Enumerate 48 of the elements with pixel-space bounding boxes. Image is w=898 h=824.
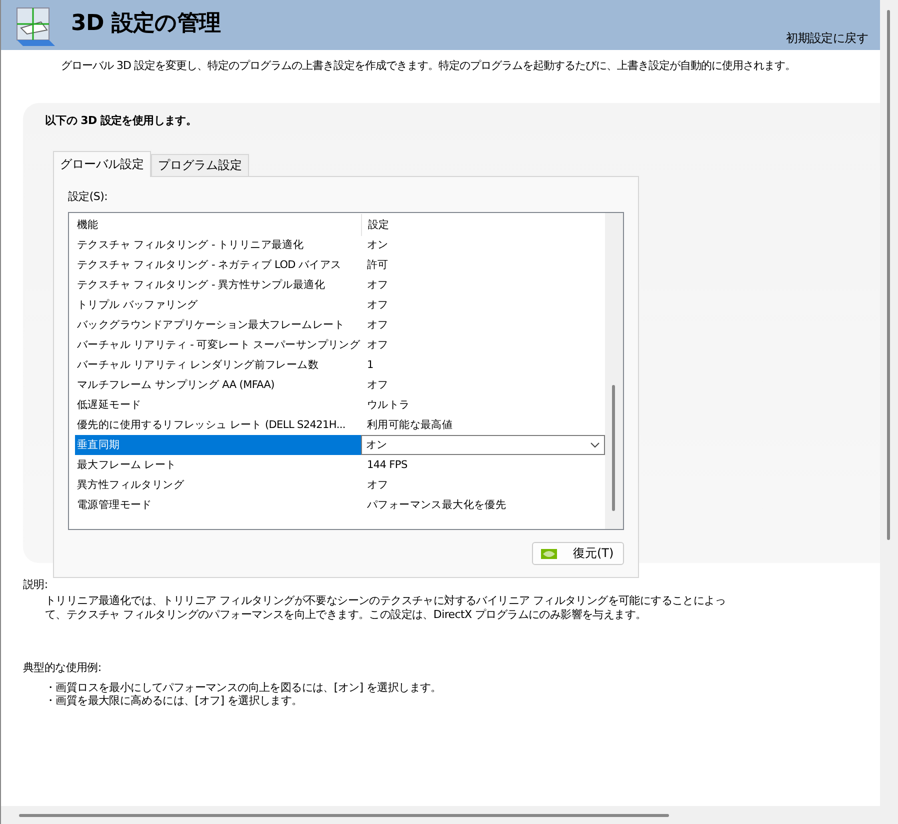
feature-cell[interactable]: トリプル バッファリング	[75, 295, 361, 315]
chevron-down-icon	[590, 442, 600, 448]
settings-label: 設定(S):	[68, 189, 108, 204]
usage-item: ・画質ロスを最小にしてパフォーマンスの向上を図るには、[オン] を選択します。	[45, 681, 442, 694]
page-scrollbar[interactable]	[880, 0, 898, 806]
restore-button[interactable]: 復元(T)	[532, 542, 624, 565]
list-scrollbar[interactable]	[605, 213, 623, 529]
value-cell-text: オフ	[366, 298, 390, 312]
value-cell-text: オフ	[366, 338, 390, 352]
value-cell-text: パフォーマンス最大化を優先	[366, 498, 508, 512]
tab[interactable]: プログラム設定	[151, 154, 249, 177]
feature-cell[interactable]: 最大フレーム レート	[75, 455, 361, 475]
feature-cell[interactable]: テクスチャ フィルタリング - 異方性サンプル最適化	[75, 275, 361, 295]
eye-logo-icon	[541, 548, 557, 558]
feature-cell[interactable]: バーチャル リアリティ レンダリング前フレーム数	[75, 355, 361, 375]
panel-heading: 以下の 3D 設定を使用します。	[45, 113, 198, 128]
feature-cell[interactable]: マルチフレーム サンプリング AA (MFAA)	[75, 375, 361, 395]
value-cell-text: オン	[366, 238, 390, 252]
feature-cell[interactable]: バーチャル リアリティ - 可変レート スーパーサンプリング	[75, 335, 361, 355]
feature-cell[interactable]: 電源管理モード	[75, 495, 361, 515]
feature-cell[interactable]: テクスチャ フィルタリング - ネガティブ LOD バイアス	[75, 255, 361, 275]
description-text: トリリニア最適化では、トリリニア フィルタリングが不要なシーンのテクスチャに対するバイリニア フィルタリングを可能にすることによって、テクスチャ フィルタリングのパフォーマンスを向上できます。この設定は、DirectX プログラムにのみ影響を与えます。	[45, 594, 726, 622]
feature-cell[interactable]: 垂直同期	[75, 435, 361, 455]
value-cell-text: 許可	[366, 258, 390, 272]
restore-defaults-link[interactable]: 初期設定に戻す	[786, 30, 868, 47]
value-cell-text: 144 FPS	[366, 459, 408, 471]
page-title: 3D 設定の管理	[71, 10, 221, 38]
tab[interactable]: グローバル設定	[53, 151, 151, 177]
feature-cell[interactable]: テクスチャ フィルタリング - トリリニア最適化	[75, 235, 361, 255]
usage-item: ・画質を最大限に高めるには、[オフ] を選択します。	[45, 694, 304, 707]
usage-label: 典型的な使用例:	[23, 660, 102, 675]
value-cell-text: 利用可能な最高値	[366, 418, 454, 432]
intro-text: グローバル 3D 設定を変更し、特定のプログラムの上書き設定を作成できます。特定のプログラムを起動するたびに、上書き設定が自動的に使用されます。	[61, 58, 796, 73]
feature-cell[interactable]: 異方性フィルタリング	[75, 475, 361, 495]
column-header[interactable]: 機能	[75, 214, 362, 236]
description-label: 説明:	[23, 577, 49, 592]
horizontal-scrollbar[interactable]	[1, 806, 898, 824]
feature-cell[interactable]: 優先的に使用するリフレッシュ レート (DELL S2421H...	[75, 415, 361, 435]
value-cell-text: 1	[366, 359, 374, 371]
column-header[interactable]: 設定	[362, 214, 605, 236]
value-cell-text: オフ	[366, 318, 390, 332]
value-cell-text: オフ	[366, 478, 390, 492]
value-cell-text: オフ	[366, 278, 390, 292]
feature-cell[interactable]: 低遅延モード	[75, 395, 361, 415]
value-cell-text: ウルトラ	[366, 398, 411, 412]
value-dropdown[interactable]: オン	[361, 435, 605, 455]
value-cell-text: オフ	[366, 378, 390, 392]
feature-cell[interactable]: バックグラウンドアプリケーション最大フレームレート	[75, 315, 361, 335]
